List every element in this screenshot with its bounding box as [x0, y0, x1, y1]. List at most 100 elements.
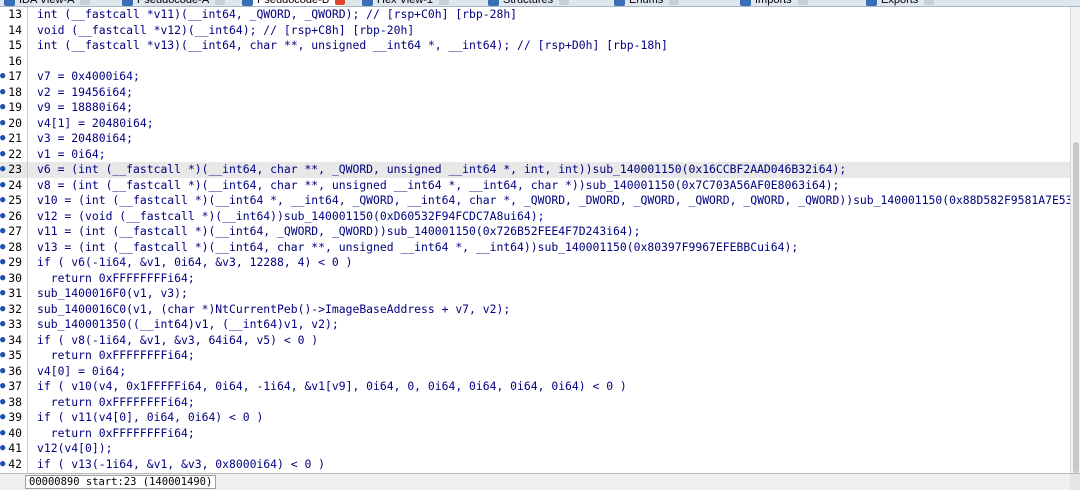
breakpoint-dot-icon[interactable]: ● [0, 286, 5, 302]
code-text[interactable]: v6 = (int (__fastcall *)(__int64, char *… [37, 162, 846, 178]
code-line[interactable]: ● 24 v8 = (int (__fastcall *)(__int64, cha… [0, 178, 1070, 194]
tab-close-icon[interactable] [797, 0, 808, 6]
breakpoint-dot-icon[interactable]: ● [0, 178, 5, 194]
code-line[interactable]: ● 19 v9 = 18880i64; [0, 100, 1070, 116]
tab-pseudocode-a[interactable]: Pseudocode-A [122, 0, 226, 6]
code-line[interactable]: ● 20 v4[1] = 20480i64; [0, 116, 1070, 132]
breakpoint-dot-icon[interactable]: ● [0, 162, 5, 178]
code-text[interactable]: v9 = 18880i64; [37, 100, 133, 116]
code-line[interactable]: ● 17 v7 = 0x4000i64; [0, 69, 1070, 85]
tab-hex-view-1[interactable]: Hex View-1 [362, 0, 450, 6]
code-text[interactable]: v4[0] = 0i64; [37, 364, 126, 380]
code-text[interactable]: void (__fastcall *v12)(__int64); // [rsp… [37, 23, 414, 39]
code-text[interactable]: if ( v10(v4, 0x1FFFFFi64, 0i64, -1i64, &… [37, 379, 627, 395]
breakpoint-dot-icon[interactable]: ● [0, 131, 5, 147]
code-text[interactable]: sub_1400016F0(v1, v3); [37, 286, 188, 302]
code-text[interactable]: v11 = (int (__fastcall *)(__int64, _QWOR… [37, 224, 640, 240]
tab-enums[interactable]: Enums [614, 0, 680, 6]
breakpoint-dot-icon[interactable]: ● [0, 100, 5, 116]
code-text[interactable]: if ( v6(-1i64, &v1, 0i64, &v3, 12288, 4)… [37, 255, 352, 271]
code-line[interactable]: ● 26 v12 = (void (__fastcall *)(__int64))s… [0, 209, 1070, 225]
breakpoint-dot-icon[interactable]: ● [0, 255, 5, 271]
breakpoint-dot-icon[interactable]: ● [0, 240, 5, 256]
tab-close-icon[interactable] [669, 0, 680, 6]
code-text[interactable]: int (__fastcall *v11)(__int64, _QWORD, _… [37, 7, 517, 23]
code-line[interactable]: ● 36 v4[0] = 0i64; [0, 364, 1070, 380]
tab-close-icon[interactable] [80, 0, 91, 6]
tab-pseudocode-b[interactable]: Pseudocode-B [242, 0, 346, 6]
code-text[interactable]: if ( v8(-1i64, &v1, &v3, 64i64, v5) < 0 … [37, 333, 318, 349]
breakpoint-dot-icon[interactable]: ● [0, 333, 5, 349]
code-line[interactable]: ● 23 v6 = (int (__fastcall *)(__int64, cha… [0, 162, 1070, 178]
code-text[interactable]: sub_1400016C0(v1, (char *)NtCurrentPeb()… [37, 302, 510, 318]
breakpoint-dot-icon[interactable]: ● [0, 395, 5, 411]
code-text[interactable]: v2 = 19456i64; [37, 85, 133, 101]
code-text[interactable]: v7 = 0x4000i64; [37, 69, 140, 85]
code-line[interactable]: ● 35 return 0xFFFFFFFFi64; [0, 348, 1070, 364]
code-text[interactable]: v8 = (int (__fastcall *)(__int64, char *… [37, 178, 839, 194]
code-line[interactable]: ● 38 return 0xFFFFFFFFi64; [0, 395, 1070, 411]
code-line[interactable]: ● 27 v11 = (int (__fastcall *)(__int64, _Q… [0, 224, 1070, 240]
tab-exports[interactable]: Exports [866, 0, 935, 6]
code-line[interactable]: ● 42 if ( v13(-1i64, &v1, &v3, 0x8000i64) … [0, 457, 1070, 473]
code-line[interactable]: ● 39 if ( v11(v4[0], 0i64, 0i64) < 0 ) [0, 410, 1070, 426]
code-text[interactable]: if ( v11(v4[0], 0i64, 0i64) < 0 ) [37, 410, 263, 426]
breakpoint-dot-icon[interactable]: ● [0, 224, 5, 240]
code-line[interactable]: ● 41 v12(v4[0]); [0, 441, 1070, 457]
code-text[interactable]: return 0xFFFFFFFFi64; [37, 271, 195, 287]
code-text[interactable]: if ( v13(-1i64, &v1, &v3, 0x8000i64) < 0… [37, 457, 325, 473]
code-text[interactable]: v1 = 0i64; [37, 147, 106, 163]
code-text[interactable]: return 0xFFFFFFFFi64; [37, 426, 195, 442]
resize-grip[interactable] [1070, 474, 1080, 490]
code-text[interactable]: v13 = (int (__fastcall *)(__int64, char … [37, 240, 798, 256]
breakpoint-dot-icon[interactable]: ● [0, 317, 5, 333]
code-line[interactable]: 15 int (__fastcall *v13)(__int64, char **… [0, 38, 1070, 54]
pseudocode-editor[interactable]: 13 int (__fastcall *v11)(__int64, _QWORD,… [0, 7, 1070, 473]
code-text[interactable]: int (__fastcall *v13)(__int64, char **, … [37, 38, 668, 54]
breakpoint-dot-icon[interactable]: ● [0, 69, 5, 85]
code-line[interactable]: 14 void (__fastcall *v12)(__int64); // [r… [0, 23, 1070, 39]
tab-close-icon[interactable] [215, 0, 226, 6]
code-line[interactable]: ● 28 v13 = (int (__fastcall *)(__int64, ch… [0, 240, 1070, 256]
tab-close-icon[interactable] [439, 0, 450, 6]
code-text[interactable]: v10 = (int (__fastcall *)(__int64 *, __i… [37, 193, 1070, 209]
code-text[interactable]: v12(v4[0]); [37, 441, 112, 457]
breakpoint-dot-icon[interactable]: ● [0, 271, 5, 287]
breakpoint-dot-icon[interactable]: ● [0, 348, 5, 364]
tab-close-icon[interactable] [335, 0, 346, 6]
tab-structures[interactable]: Structures [488, 0, 570, 6]
code-line[interactable]: 16 [0, 54, 1070, 70]
breakpoint-dot-icon[interactable]: ● [0, 209, 5, 225]
code-line[interactable]: ● 32 sub_1400016C0(v1, (char *)NtCurrentPe… [0, 302, 1070, 318]
breakpoint-dot-icon[interactable]: ● [0, 457, 5, 473]
breakpoint-dot-icon[interactable]: ● [0, 302, 5, 318]
code-line[interactable]: ● 37 if ( v10(v4, 0x1FFFFFi64, 0i64, -1i64… [0, 379, 1070, 395]
code-text[interactable]: v12 = (void (__fastcall *)(__int64))sub_… [37, 209, 544, 225]
code-text[interactable]: sub_140001350((__int64)v1, (__int64)v1, … [37, 317, 339, 333]
tab-close-icon[interactable] [924, 0, 935, 6]
breakpoint-dot-icon[interactable]: ● [0, 379, 5, 395]
code-text[interactable]: v3 = 20480i64; [37, 131, 133, 147]
code-line[interactable]: ● 21 v3 = 20480i64; [0, 131, 1070, 147]
code-line[interactable]: ● 29 if ( v6(-1i64, &v1, 0i64, &v3, 12288,… [0, 255, 1070, 271]
code-line[interactable]: ● 18 v2 = 19456i64; [0, 85, 1070, 101]
breakpoint-dot-icon[interactable]: ● [0, 85, 5, 101]
code-line[interactable]: ● 40 return 0xFFFFFFFFi64; [0, 426, 1070, 442]
tab-ida-view-a[interactable]: IDA View-A [4, 0, 91, 6]
breakpoint-dot-icon[interactable]: ● [0, 116, 5, 132]
breakpoint-dot-icon[interactable]: ● [0, 426, 5, 442]
code-line[interactable]: 13 int (__fastcall *v11)(__int64, _QWORD,… [0, 7, 1070, 23]
code-text[interactable]: v4[1] = 20480i64; [37, 116, 154, 132]
scrollbar-thumb[interactable] [1073, 142, 1079, 473]
breakpoint-dot-icon[interactable]: ● [0, 441, 5, 457]
breakpoint-dot-icon[interactable]: ● [0, 364, 5, 380]
code-line[interactable]: ● 22 v1 = 0i64; [0, 147, 1070, 163]
code-line[interactable]: ● 30 return 0xFFFFFFFFi64; [0, 271, 1070, 287]
breakpoint-dot-icon[interactable]: ● [0, 193, 5, 209]
code-line[interactable]: ● 34 if ( v8(-1i64, &v1, &v3, 64i64, v5) <… [0, 333, 1070, 349]
tab-imports[interactable]: Imports [740, 0, 808, 6]
vertical-scrollbar[interactable] [1070, 7, 1080, 473]
code-line[interactable]: ● 25 v10 = (int (__fastcall *)(__int64 *, … [0, 193, 1070, 209]
code-text[interactable]: return 0xFFFFFFFFi64; [37, 395, 195, 411]
code-text[interactable]: return 0xFFFFFFFFi64; [37, 348, 195, 364]
